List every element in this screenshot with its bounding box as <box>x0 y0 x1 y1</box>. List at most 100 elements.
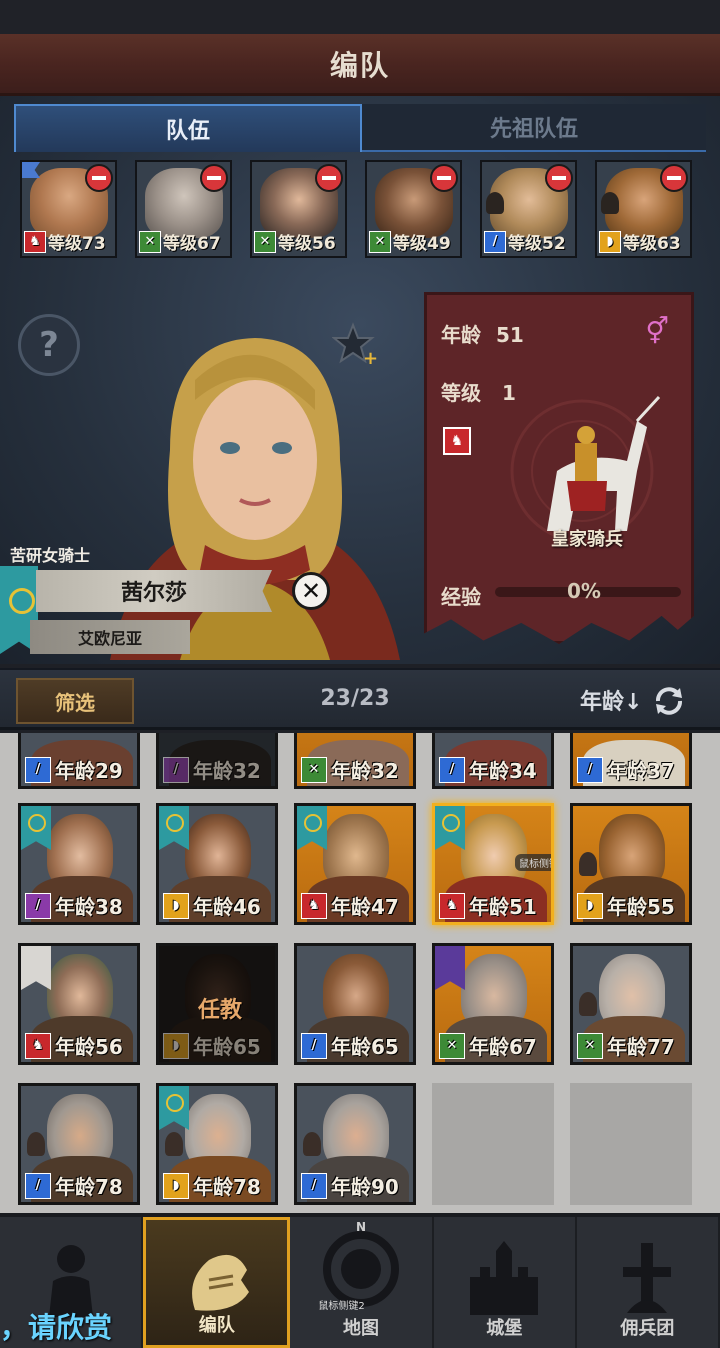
hero-name-block: 苦研女骑士 茜尔莎 艾欧尼亚 <box>0 540 340 658</box>
tab-team[interactable]: 队伍 <box>14 104 362 152</box>
team-slot[interactable]: ✕ 等级67 <box>135 160 232 258</box>
remove-icon[interactable] <box>200 164 228 192</box>
roster-card[interactable]: ♞ 年龄56 <box>18 943 140 1065</box>
team-level: 等级73 <box>48 234 106 254</box>
team-slot[interactable]: ✕ 等级56 <box>250 160 347 258</box>
horse-icon: ♞ <box>443 427 471 455</box>
page-title: 编队 <box>329 48 390 82</box>
stream-overlay-text: ，请欣赏 <box>0 1311 113 1344</box>
roster-card[interactable]: ♞ 年龄47 <box>294 803 416 925</box>
team-slot[interactable]: ♞ 等级73 <box>20 160 117 258</box>
mercenary-icon <box>623 1243 672 1313</box>
nav-mercenary[interactable]: 佣兵团 <box>577 1217 720 1348</box>
bow-icon: ✕ <box>254 230 276 253</box>
shield-icon: ◗ <box>163 1032 189 1059</box>
horse-icon: ♞ <box>25 1032 51 1059</box>
faction-banner-icon <box>435 946 465 990</box>
remove-icon[interactable] <box>85 164 113 192</box>
pawn-icon <box>579 852 597 876</box>
nav-formation[interactable]: 编队 <box>143 1217 291 1348</box>
faction-banner-icon <box>21 946 51 990</box>
sword-icon: / <box>301 1172 327 1199</box>
shield-icon: ◗ <box>599 230 621 253</box>
age-label: 年龄 <box>441 323 481 347</box>
sort-button[interactable]: 年龄↓ <box>580 684 642 716</box>
team-slot[interactable]: / 等级52 <box>480 160 577 258</box>
roster-card[interactable]: ◗ 年龄46 <box>156 803 278 925</box>
faction-banner-icon <box>297 806 327 850</box>
roster-age: 年龄34 <box>469 759 537 783</box>
roster-card[interactable]: 任教 ◗ 年龄65 <box>156 943 278 1065</box>
roster-age: 年龄32 <box>331 759 399 783</box>
faction-banner-icon <box>159 1086 189 1130</box>
staff-icon: / <box>163 756 189 783</box>
roster-card[interactable]: / 年龄90 <box>294 1083 416 1205</box>
roster-card[interactable]: / 年龄65 <box>294 943 416 1065</box>
shield-icon: ◗ <box>163 1172 189 1199</box>
roster-card[interactable]: / 年龄78 <box>18 1083 140 1205</box>
roster-age: 年龄78 <box>55 1175 123 1199</box>
remove-icon[interactable] <box>430 164 458 192</box>
roster-card[interactable]: ◗ 年龄55 <box>570 803 692 925</box>
bow-icon: ✕ <box>301 756 327 783</box>
faction-banner-icon <box>21 806 51 850</box>
svg-text:N: N <box>356 1220 366 1234</box>
roster-card[interactable]: / 年龄29 <box>18 733 140 789</box>
roster-age: 年龄55 <box>607 895 675 919</box>
hero-name[interactable]: 茜尔莎 <box>36 570 272 612</box>
roster-card[interactable]: ◗ 年龄78 <box>156 1083 278 1205</box>
roster-card[interactable]: ✕ 年龄77 <box>570 943 692 1065</box>
mouse-side-key-hint: 鼠标侧键2 <box>318 1301 365 1312</box>
pawn-icon <box>486 192 504 214</box>
roster-card[interactable]: ✕ 年龄67 <box>432 943 554 1065</box>
sword-icon: / <box>439 756 465 783</box>
title-bar: 编队 <box>0 34 720 96</box>
roster-age: 年龄65 <box>193 1035 261 1059</box>
remove-icon[interactable] <box>545 164 573 192</box>
refresh-icon[interactable] <box>652 684 686 718</box>
roster-card[interactable]: ✕ 年龄32 <box>294 733 416 789</box>
roster-card[interactable]: / 年龄38 <box>18 803 140 925</box>
nav-label: 城堡 <box>486 1318 523 1339</box>
remove-icon[interactable] <box>660 164 688 192</box>
roster-card-selected[interactable]: 鼠标侧键1 ♞年龄51 <box>432 803 554 925</box>
help-button[interactable]: ? <box>18 314 80 376</box>
bow-icon: ✕ <box>439 1032 465 1059</box>
team-slot[interactable]: ◗ 等级63 <box>595 160 692 258</box>
team-tabs: 队伍 先祖队伍 <box>14 104 706 152</box>
roster-age: 年龄47 <box>331 895 399 919</box>
remove-icon[interactable] <box>315 164 343 192</box>
compass-map-icon: N <box>323 1220 399 1307</box>
empty-roster-slot <box>570 1083 692 1205</box>
filter-bar: 筛选 23/23 年龄↓ <box>0 668 720 730</box>
filter-button[interactable]: 筛选 <box>16 678 134 724</box>
nav-castle[interactable]: 城堡 <box>434 1217 577 1348</box>
roster-age: 年龄67 <box>469 1035 537 1059</box>
sword-icon: / <box>484 230 506 253</box>
team-level: 等级49 <box>393 234 451 254</box>
helmet-icon <box>191 1254 249 1311</box>
roster-age: 年龄46 <box>193 895 261 919</box>
tab-ancestor-team[interactable]: 先祖队伍 <box>362 104 706 152</box>
team-slot[interactable]: ✕ 等级49 <box>365 160 462 258</box>
roster-card[interactable]: / 年龄37 <box>570 733 692 789</box>
leader-flag-icon <box>22 162 40 178</box>
hero-region: 艾欧尼亚 <box>30 620 190 654</box>
horse-icon: ♞ <box>24 230 46 253</box>
shield-icon: ◗ <box>577 892 603 919</box>
age-value: 51 <box>495 323 524 347</box>
team-level: 等级67 <box>163 234 221 254</box>
level-label: 等级 <box>441 381 481 405</box>
roster-card[interactable]: / 年龄34 <box>432 733 554 789</box>
status-bar <box>0 0 720 34</box>
horse-icon: ♞ <box>301 892 327 919</box>
roster-card[interactable]: / 年龄32 <box>156 733 278 789</box>
mouse-side-key-hint: 鼠标侧键1 <box>515 854 551 871</box>
roster-age: 年龄37 <box>607 759 675 783</box>
roster-age: 年龄29 <box>55 759 123 783</box>
dismiss-hero-button[interactable]: ✕ <box>292 572 330 610</box>
exp-percent: 0% <box>567 579 601 603</box>
bow-icon: ✕ <box>139 230 161 253</box>
nav-map[interactable]: N 鼠标侧键2 地图 <box>290 1217 434 1348</box>
bow-icon: ✕ <box>577 1032 603 1059</box>
